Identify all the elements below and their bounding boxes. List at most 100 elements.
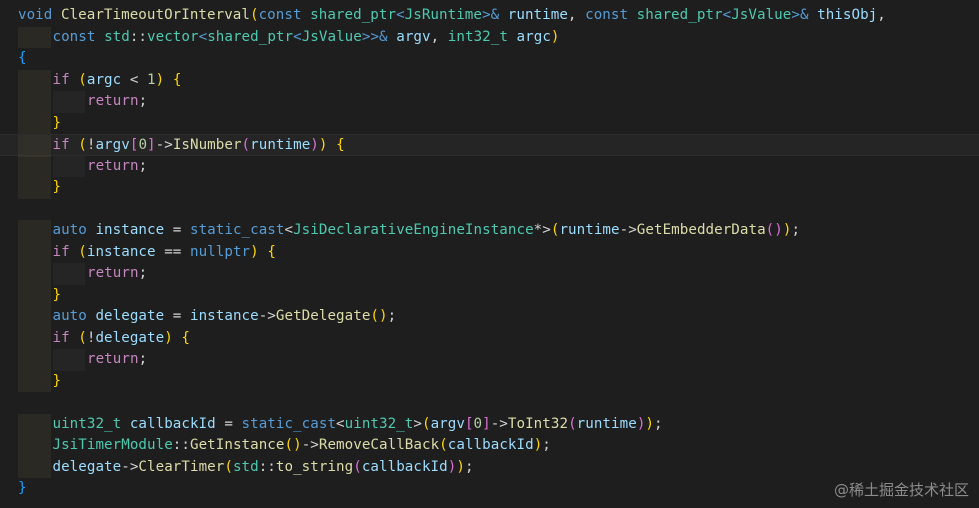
code-token: argc bbox=[86, 71, 122, 88]
code-token: argv bbox=[430, 415, 465, 432]
indent-guide bbox=[18, 26, 51, 48]
code-line[interactable]: if (argc < 1) { bbox=[0, 69, 979, 92]
indent-guide bbox=[18, 135, 51, 157]
code-token: JsiDeclarativeEngineInstance bbox=[293, 222, 534, 238]
code-token: ) bbox=[645, 415, 654, 432]
code-line[interactable]: uint32_t callbackId = static_cast<uint32… bbox=[0, 413, 979, 435]
code-token: GetEmbedderData bbox=[636, 222, 766, 238]
code-line[interactable]: if (!delegate) { bbox=[0, 327, 979, 349]
watermark-text: @稀土掘金技术社区 bbox=[833, 481, 969, 499]
code-token: JsRuntime bbox=[404, 7, 482, 23]
indent-guide bbox=[18, 112, 51, 134]
code-line[interactable]: } bbox=[0, 177, 979, 199]
code-token: ] bbox=[147, 137, 156, 153]
code-line[interactable]: } bbox=[0, 112, 979, 134]
code-editor[interactable]: void ClearTimeoutOrInterval(const shared… bbox=[0, 0, 979, 508]
code-token: ) bbox=[155, 71, 165, 88]
code-text: } bbox=[53, 371, 62, 393]
code-text: JsiTimerModule::GetInstance()->RemoveCal… bbox=[53, 435, 551, 457]
code-text: void ClearTimeoutOrInterval(const shared… bbox=[18, 5, 886, 27]
code-token: & bbox=[799, 7, 809, 23]
code-token: < bbox=[722, 7, 732, 23]
code-token: :: bbox=[129, 28, 148, 45]
code-line[interactable]: JsiTimerModule::GetInstance()->RemoveCal… bbox=[0, 435, 979, 457]
code-token: >> bbox=[361, 28, 380, 45]
code-line[interactable]: void ClearTimeoutOrInterval(const shared… bbox=[0, 5, 979, 27]
indent-guide bbox=[18, 349, 51, 371]
code-line[interactable]: } bbox=[0, 370, 979, 393]
code-text: if (argc < 1) { bbox=[53, 70, 182, 92]
indent-guide bbox=[18, 220, 51, 242]
indent-guide bbox=[18, 456, 51, 478]
code-token: } bbox=[52, 286, 62, 303]
code-line[interactable]: } bbox=[0, 284, 979, 306]
code-token: , bbox=[877, 7, 886, 23]
code-token: RemoveCallBack bbox=[318, 437, 440, 453]
code-token: ( bbox=[421, 415, 431, 432]
code-line[interactable]: const std::vector<shared_ptr<JsValue>>& … bbox=[0, 26, 979, 48]
code-line[interactable]: return; bbox=[0, 155, 979, 178]
code-line[interactable]: auto instance = static_cast<JsiDeclarati… bbox=[0, 220, 979, 242]
code-line[interactable]: if (instance == nullptr) { bbox=[0, 241, 979, 263]
code-text: } bbox=[53, 177, 62, 199]
code-token: ; bbox=[791, 222, 801, 238]
code-token: } bbox=[52, 372, 62, 389]
indent-guide bbox=[18, 370, 51, 392]
code-token: delegate bbox=[52, 458, 122, 475]
code-token: ) bbox=[533, 437, 543, 453]
code-token: < bbox=[284, 222, 294, 238]
code-token: { bbox=[181, 329, 190, 346]
code-token: -> bbox=[155, 137, 173, 153]
code-line[interactable] bbox=[0, 199, 979, 221]
code-line[interactable]: delegate->ClearTimer(std::to_string(call… bbox=[0, 456, 979, 478]
code-token: ; bbox=[542, 437, 551, 453]
indent-guide bbox=[53, 156, 86, 178]
code-token: JsiTimerModule bbox=[52, 437, 173, 453]
code-token: ; bbox=[654, 415, 663, 432]
code-token: () bbox=[284, 437, 302, 453]
code-text: return; bbox=[87, 349, 147, 371]
code-text: return; bbox=[87, 91, 147, 113]
code-token: = bbox=[164, 308, 190, 324]
code-line[interactable]: } bbox=[0, 478, 979, 500]
code-token: std bbox=[232, 458, 259, 475]
code-token: callbackId bbox=[129, 415, 216, 432]
code-token: , bbox=[567, 7, 586, 23]
code-token: < bbox=[396, 7, 405, 23]
code-token: instance bbox=[86, 243, 156, 260]
code-token: ) bbox=[550, 28, 560, 45]
code-token: return bbox=[87, 157, 139, 174]
code-line[interactable] bbox=[0, 392, 979, 414]
code-token: < bbox=[293, 28, 302, 45]
code-token: () bbox=[370, 308, 388, 324]
code-token: return bbox=[87, 265, 139, 281]
code-token: == bbox=[155, 243, 190, 260]
indent-guide bbox=[18, 241, 51, 263]
code-text: auto instance = static_cast<JsiDeclarati… bbox=[53, 220, 801, 242]
code-token: ; bbox=[138, 265, 148, 281]
code-line[interactable]: auto delegate = instance->GetDelegate(); bbox=[0, 306, 979, 328]
code-line[interactable]: { bbox=[0, 48, 979, 70]
code-token: ; bbox=[138, 157, 148, 174]
code-token: delegate bbox=[95, 308, 165, 324]
code-token: ( bbox=[224, 458, 233, 475]
code-token: ( bbox=[353, 458, 362, 475]
code-token: if bbox=[52, 71, 70, 88]
code-line[interactable]: return; bbox=[0, 263, 979, 285]
code-line[interactable]: return; bbox=[0, 91, 979, 113]
code-token: { bbox=[336, 137, 345, 153]
code-text: { bbox=[18, 48, 27, 70]
code-token: argv bbox=[396, 28, 431, 45]
code-line[interactable]: if (!argv[0]->IsNumber(runtime)) { bbox=[0, 134, 979, 157]
code-token: const bbox=[585, 7, 629, 23]
code-token: argc bbox=[516, 28, 551, 45]
code-text: return; bbox=[87, 156, 147, 178]
code-line[interactable]: return; bbox=[0, 349, 979, 371]
code-token: to_string bbox=[275, 458, 354, 475]
